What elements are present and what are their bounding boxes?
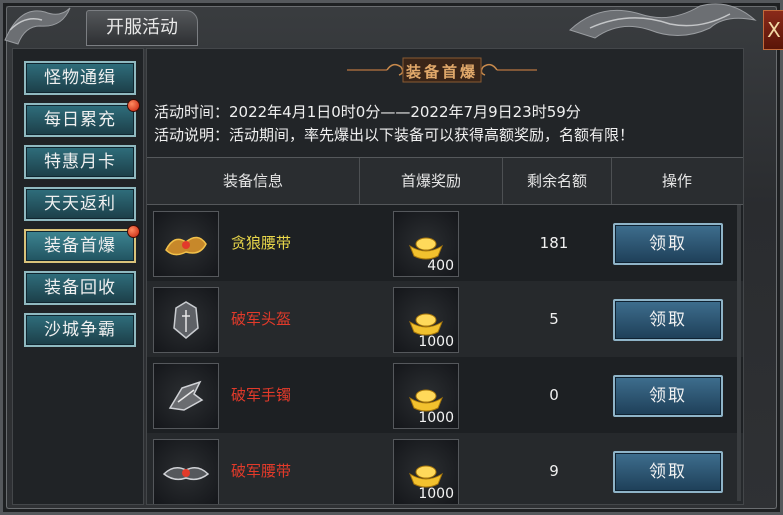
column-header: 剩余名额	[503, 158, 612, 204]
bracelet-icon[interactable]	[153, 363, 219, 429]
item-name: 破军腰带	[231, 462, 292, 480]
sidebar-item-label: 天天返利	[44, 194, 116, 214]
gold-ingot-icon[interactable]: 1000	[393, 287, 459, 353]
column-header: 首爆奖励	[360, 158, 503, 204]
dragon-ornament-left	[4, 7, 71, 45]
table-row: 破军腰带 1000 9 领取	[147, 433, 743, 504]
sidebar-item-label: 怪物通缉	[44, 68, 116, 88]
sidebar-item-castle-war[interactable]: 沙城争霸	[24, 313, 136, 347]
sidebar-item-monthly-card[interactable]: 特惠月卡	[24, 145, 136, 179]
reward-amount: 1000	[418, 334, 454, 350]
dragon-ornament-right	[569, 3, 757, 39]
banner-title: 装备首爆	[405, 63, 478, 81]
gold-ingot-icon[interactable]: 1000	[393, 363, 459, 429]
sidebar-item-equipment-recycle[interactable]: 装备回收	[24, 271, 136, 305]
scrollbar[interactable]	[737, 205, 741, 501]
sidebar-item-label: 沙城争霸	[44, 320, 116, 340]
sidebar-item-label: 特惠月卡	[44, 152, 116, 172]
table-row: 破军头盔 1000 5 领取	[147, 281, 743, 357]
remaining-count: 0	[549, 386, 559, 404]
activity-sidebar: 怪物通缉 每日累充 特惠月卡 天天返利 装备首爆 装备回收 沙城争霸	[12, 48, 144, 505]
table-row: 破军手镯 1000 0 领取	[147, 357, 743, 433]
item-name: 破军头盔	[231, 310, 292, 328]
remaining-count: 181	[539, 234, 569, 252]
column-header: 装备信息	[147, 158, 360, 204]
table-header: 装备信息 首爆奖励 剩余名额 操作	[147, 157, 743, 205]
sidebar-item-monster-bounty[interactable]: 怪物通缉	[24, 61, 136, 95]
sidebar-item-daily-recharge[interactable]: 每日累充	[24, 99, 140, 137]
gold-ingot-icon[interactable]: 400	[393, 211, 459, 277]
activity-time: 活动时间：2022年4月1日0时0分——2022年7月9日23时59分	[154, 103, 581, 121]
claim-button[interactable]: 领取	[613, 223, 723, 265]
helmet-icon[interactable]	[153, 287, 219, 353]
reward-amount: 1000	[418, 410, 454, 426]
remaining-count: 9	[549, 462, 559, 480]
gold-ingot-icon[interactable]: 1000	[393, 439, 459, 504]
window-title: 开服活动	[86, 10, 198, 46]
claim-button[interactable]: 领取	[613, 451, 723, 493]
notification-dot-icon	[127, 99, 140, 112]
notification-dot-icon	[127, 225, 140, 238]
reward-amount: 1000	[418, 486, 454, 502]
belt-icon[interactable]	[153, 439, 219, 504]
sidebar-item-label: 每日累充	[44, 110, 116, 130]
banner: 装备首爆	[347, 55, 537, 85]
activity-description: 活动说明：活动期间，率先爆出以下装备可以获得高额奖励，名额有限！	[154, 126, 635, 144]
reward-amount: 400	[427, 258, 454, 274]
claim-button[interactable]: 领取	[613, 375, 723, 417]
item-name: 贪狼腰带	[231, 234, 292, 252]
belt-gold-icon[interactable]	[153, 211, 219, 277]
claim-button[interactable]: 领取	[613, 299, 723, 341]
table-row: 贪狼腰带 400 181 领取	[147, 205, 743, 281]
sidebar-item-daily-rebate[interactable]: 天天返利	[24, 187, 136, 221]
sidebar-item-label: 装备回收	[44, 278, 116, 298]
activity-panel: 装备首爆 活动时间：2022年4月1日0时0分——2022年7月9日23时59分…	[146, 48, 744, 505]
sidebar-item-first-drop[interactable]: 装备首爆	[24, 225, 140, 263]
item-name: 破军手镯	[231, 386, 292, 404]
remaining-count: 5	[549, 310, 559, 328]
close-button[interactable]: X	[763, 10, 783, 50]
sidebar-item-label: 装备首爆	[44, 236, 116, 256]
column-header: 操作	[661, 172, 692, 190]
